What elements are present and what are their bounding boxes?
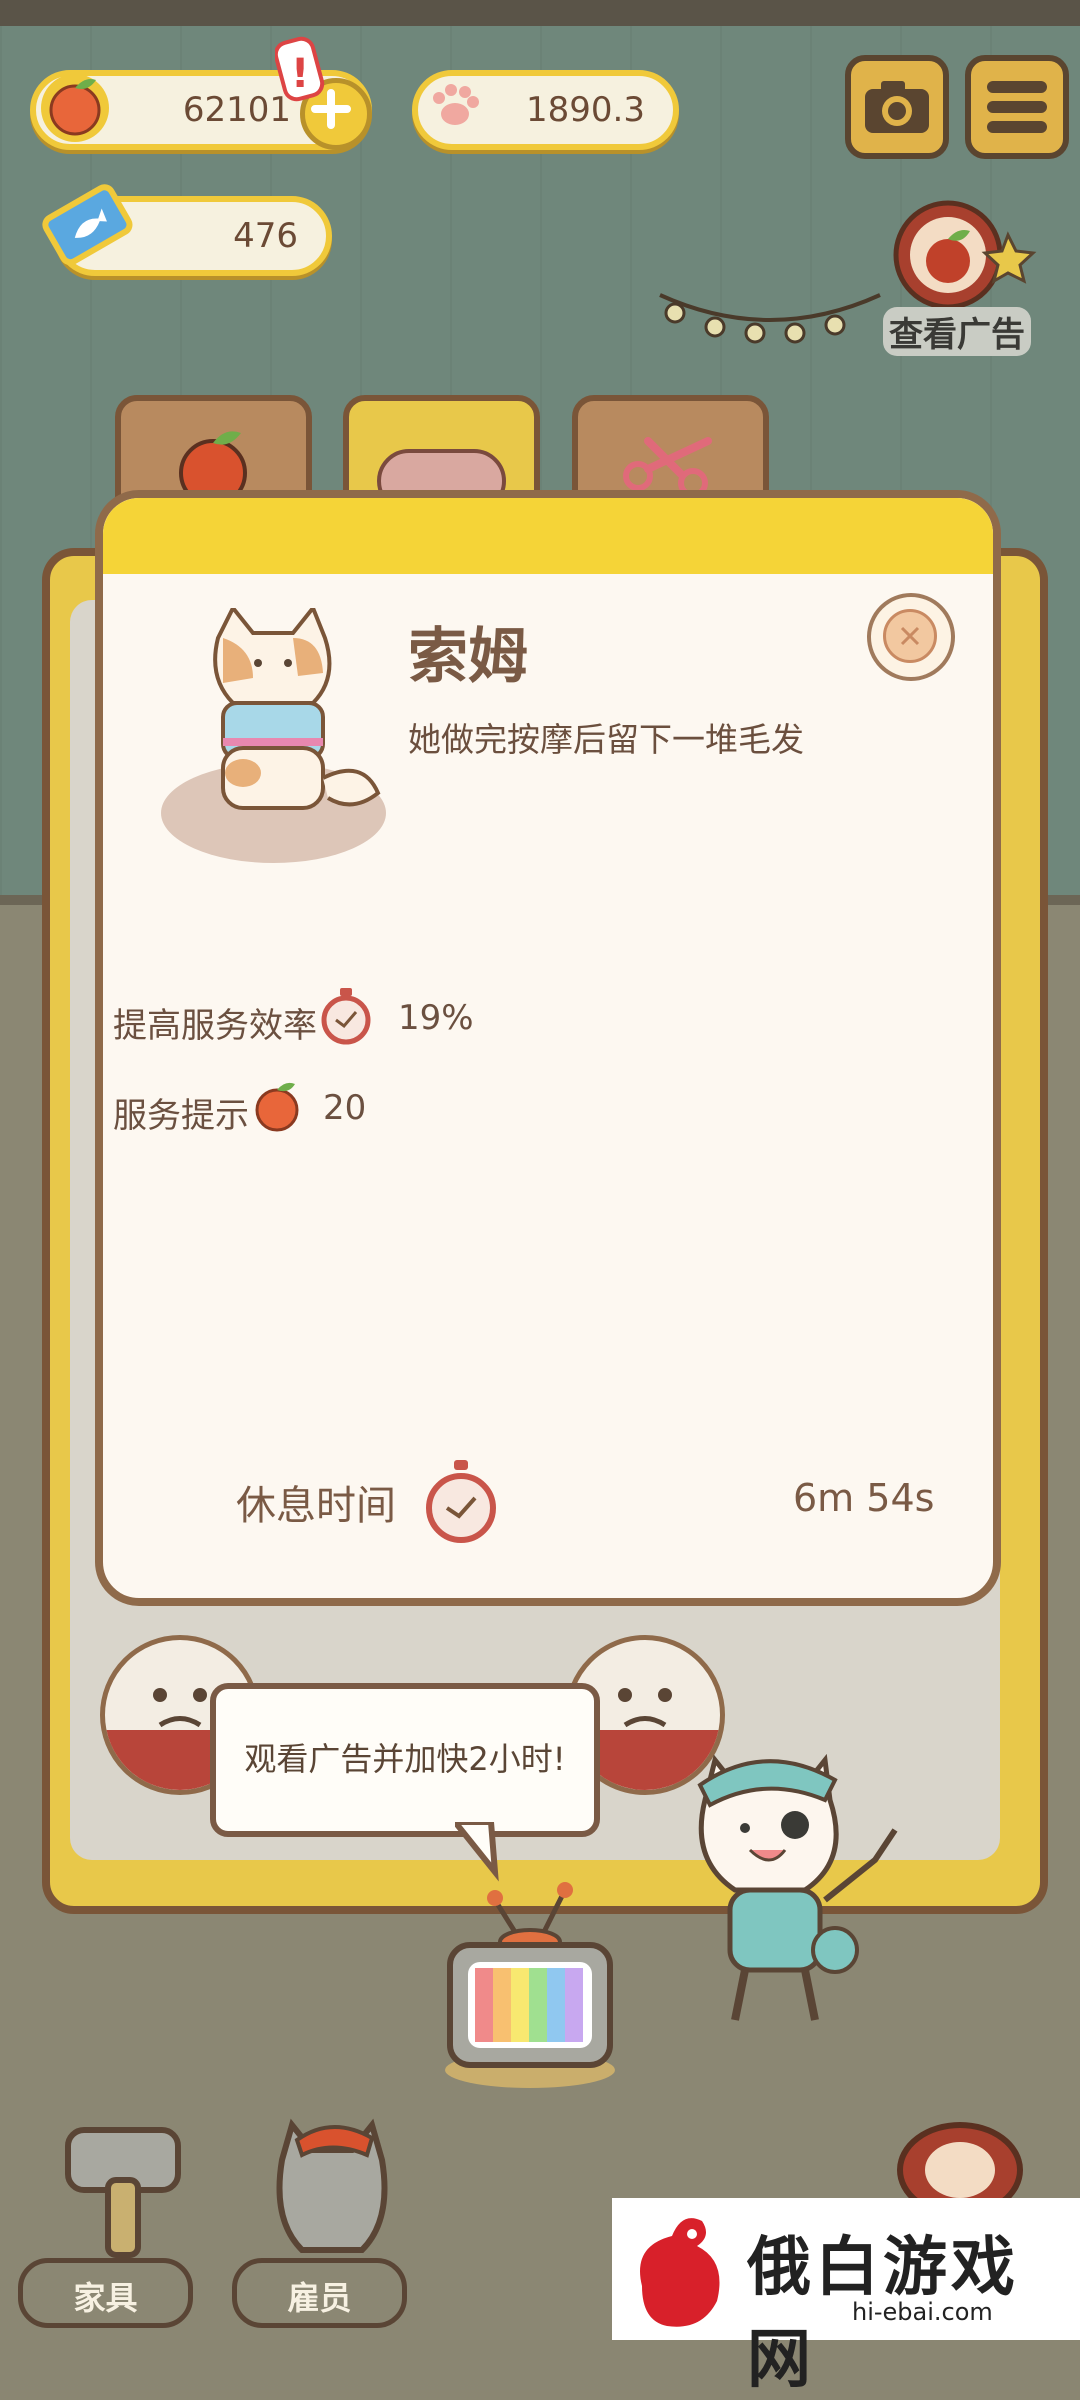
menu-button[interactable] <box>965 55 1069 159</box>
stopwatch-icon <box>426 1460 496 1543</box>
nav-staff-label-box: 雇员 <box>232 2258 407 2328</box>
svg-text:!: ! <box>291 51 309 97</box>
watch-ad-label: 查看广告 <box>883 307 1031 356</box>
nav-staff-button[interactable]: 雇员 <box>232 2110 417 2335</box>
stat-tips-label: 服务提示 <box>113 1096 249 1136</box>
x-mark-icon <box>900 626 920 646</box>
fish-ticket-icon <box>42 184 133 266</box>
menu-list-icon <box>987 81 1047 133</box>
stopwatch-icon <box>321 988 371 1045</box>
pirate-cat-character <box>697 1753 898 2021</box>
nav-furniture-label-box: 家具 <box>18 2258 193 2328</box>
alert-exclamation-icon: ! <box>275 36 325 102</box>
camera-button[interactable] <box>845 55 949 159</box>
employee-info-card: 索姆 她做完按摩后留下一堆毛发 提高服务效率 19% 服务提示 20 休息时间 … <box>95 490 1001 1606</box>
nav-staff-label: 雇员 <box>287 2279 352 2317</box>
stat-efficiency-value: 19% <box>398 998 474 1038</box>
ticket-count: 476 <box>233 216 298 256</box>
stat-tips-value: 20 <box>323 1088 367 1128</box>
stat-efficiency-label: 提高服务效率 <box>113 1006 317 1046</box>
cat-description: 她做完按摩后留下一堆毛发 <box>408 720 804 759</box>
hammer-icon <box>65 2127 181 2258</box>
retro-tv-icon <box>445 1882 615 2088</box>
rooster-logo-icon <box>640 2218 720 2327</box>
apple-icon <box>41 74 109 142</box>
cat-sam-portrait <box>213 608 381 810</box>
paw-icon <box>423 78 487 134</box>
tooltip-text: 观看广告并加快2小时! <box>244 1740 566 1778</box>
rest-time-value: 6m 54s <box>793 1476 935 1520</box>
watch-ad-button[interactable]: 查看广告 <box>878 195 1038 356</box>
nav-furniture-label: 家具 <box>73 2279 138 2317</box>
apple-icon <box>255 1082 299 1132</box>
camera-icon <box>865 81 929 133</box>
card-header-band <box>103 498 993 574</box>
site-watermark: 俄白游戏网 hi-ebai.com <box>612 2198 1080 2397</box>
cat-name: 索姆 <box>408 622 528 692</box>
ad-apple-badge-icon <box>893 200 1037 310</box>
nav-furniture-button[interactable]: 家具 <box>18 2110 203 2335</box>
close-icon <box>883 609 937 663</box>
close-card-button[interactable] <box>867 593 955 681</box>
staff-cat-icon <box>276 2118 388 2253</box>
rest-time-label: 休息时间 <box>236 1483 396 1529</box>
tv-ad-button[interactable] <box>440 1880 620 2100</box>
ceiling-beam <box>0 0 1080 26</box>
tooltip-tail <box>455 1822 499 1882</box>
string-lights-decoration <box>659 293 881 344</box>
paw-count: 1890.3 <box>526 90 645 130</box>
ad-speedup-tooltip[interactable]: 观看广告并加快2小时! <box>210 1683 600 1837</box>
watermark-url: hi-ebai.com <box>852 2298 993 2326</box>
